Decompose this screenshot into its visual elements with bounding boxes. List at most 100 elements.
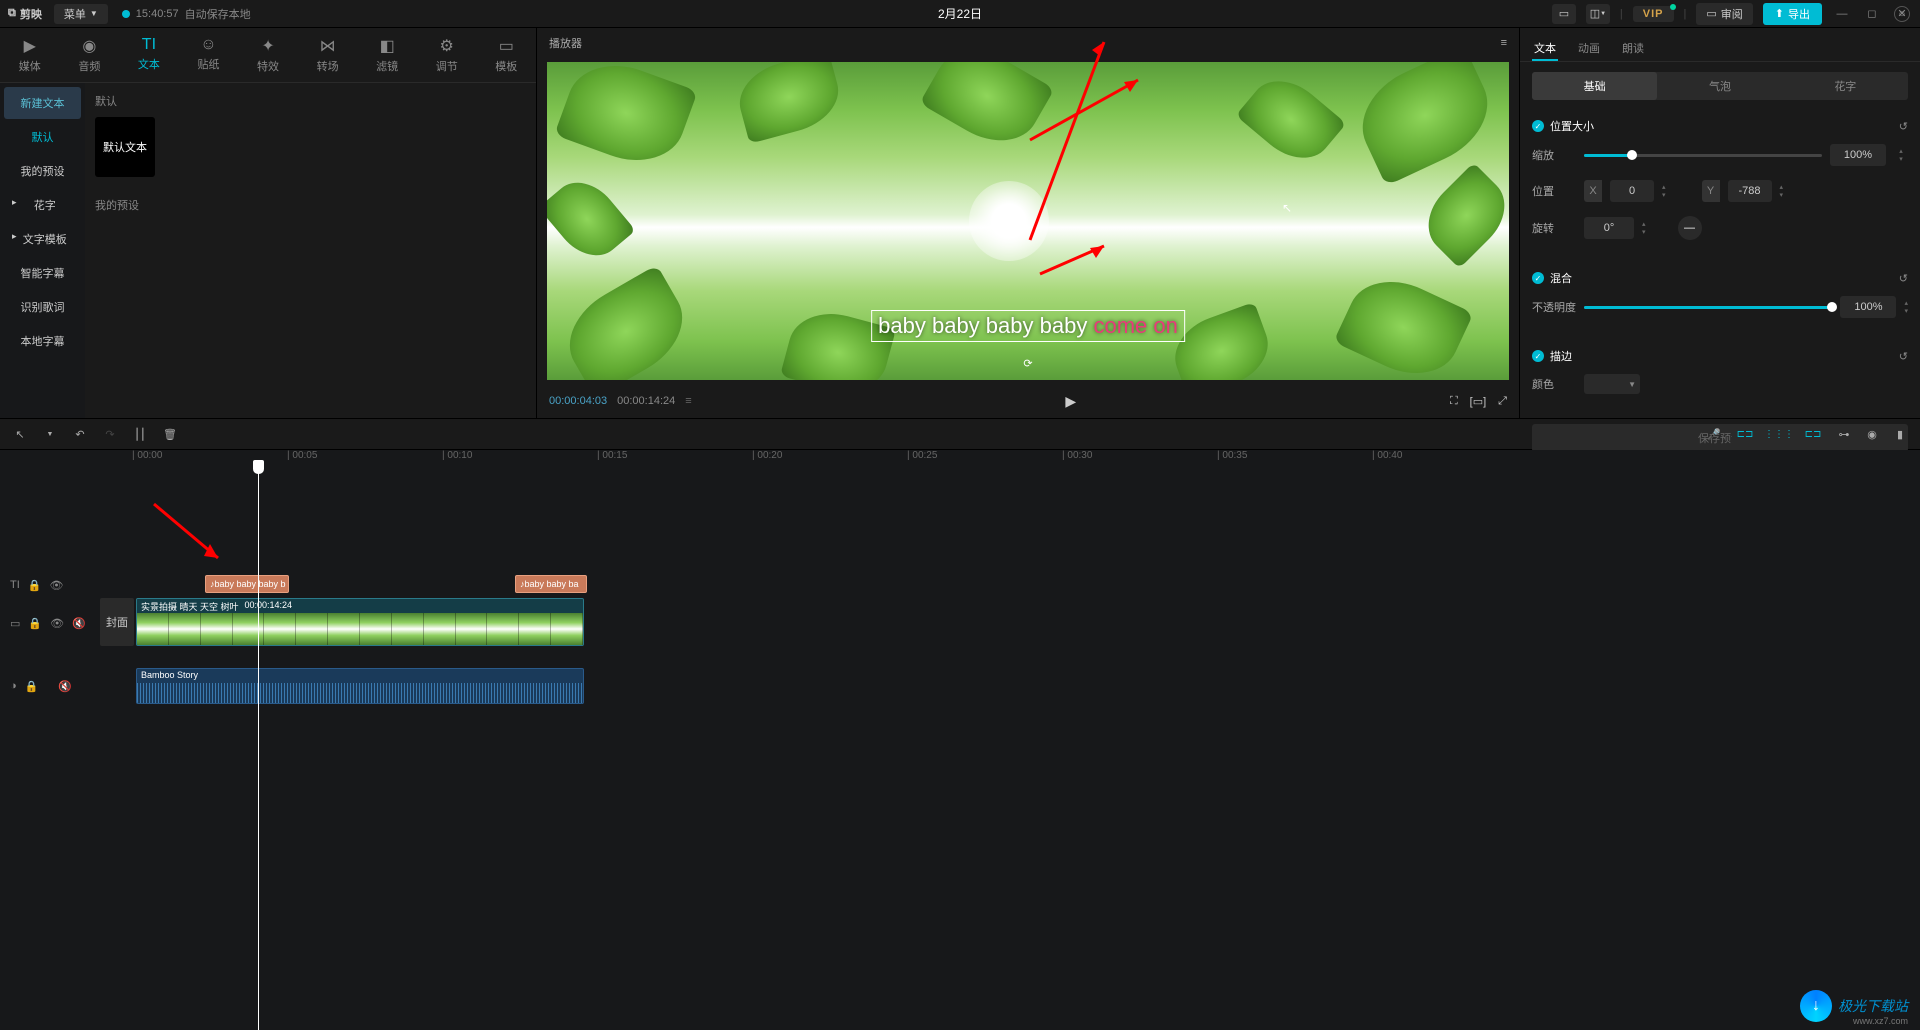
- player-viewport[interactable]: baby baby baby baby come on ⟳: [547, 62, 1509, 380]
- position-label: 位置: [1532, 183, 1576, 199]
- default-text-preset[interactable]: 默认文本: [95, 117, 155, 177]
- mute-icon[interactable]: 🔇: [72, 617, 86, 630]
- audio-track: ◑ 🔒 · 🔇 Bamboo Story: [0, 666, 1920, 706]
- rotate-handle-icon[interactable]: ⟳: [1023, 357, 1032, 370]
- tab-read[interactable]: 朗读: [1620, 36, 1646, 61]
- minimize-button[interactable]: —: [1832, 8, 1852, 20]
- layout-icon-2[interactable]: ◫▼: [1586, 4, 1610, 24]
- y-stepper[interactable]: ▴▾: [1780, 183, 1784, 199]
- asset-tab-音频[interactable]: ◉音频: [60, 32, 120, 78]
- sidebar-item-smart[interactable]: 智能字幕: [4, 257, 81, 289]
- preview-toggle-icon[interactable]: ◉: [1862, 428, 1882, 441]
- reset-icon[interactable]: ↺: [1899, 272, 1908, 285]
- vip-badge[interactable]: VIP: [1633, 6, 1674, 22]
- autosave-status: 15:40:57 自动保存本地: [122, 6, 251, 22]
- waveform: [137, 683, 583, 704]
- mic-icon[interactable]: 🎤: [1704, 428, 1724, 441]
- subtab-fancy[interactable]: 花字: [1783, 72, 1908, 100]
- reset-icon[interactable]: ↺: [1899, 120, 1908, 133]
- asset-tab-特效[interactable]: ✦特效: [238, 32, 298, 78]
- reset-icon[interactable]: ↺: [1899, 350, 1908, 363]
- sidebar-item-local[interactable]: 本地字幕: [4, 325, 81, 357]
- x-input[interactable]: 0: [1610, 180, 1654, 202]
- review-button[interactable]: ▭ 审阅: [1696, 3, 1752, 25]
- cover-button[interactable]: 封面: [100, 598, 134, 646]
- tab-icon: TI: [142, 36, 156, 54]
- sidebar-item-default[interactable]: 默认: [4, 121, 81, 153]
- asset-tab-模板[interactable]: ▭模板: [477, 32, 537, 78]
- rotate-stepper[interactable]: ▴▾: [1642, 220, 1646, 236]
- audio-track-icon: ◑: [10, 680, 17, 692]
- y-input[interactable]: -788: [1728, 180, 1772, 202]
- zoom-fit-button[interactable]: ○: [1894, 6, 1910, 22]
- magnet-right-icon[interactable]: ⊏⊐: [1800, 424, 1826, 444]
- text-clip-2[interactable]: ♪ baby baby ba: [515, 575, 587, 593]
- asset-tab-调节[interactable]: ⚙调节: [417, 32, 477, 78]
- asset-tab-贴纸[interactable]: ☺贴纸: [179, 32, 239, 78]
- playhead[interactable]: [258, 468, 259, 1030]
- text-clip-1[interactable]: ♪ baby baby baby b: [205, 575, 289, 593]
- link-icon[interactable]: ⊶: [1834, 428, 1854, 441]
- tab-animation[interactable]: 动画: [1576, 36, 1602, 61]
- rotate-dial[interactable]: —: [1678, 216, 1702, 240]
- asset-tab-转场[interactable]: ⋈转场: [298, 32, 358, 78]
- mouse-cursor: ↖: [1282, 201, 1292, 215]
- subtab-basic[interactable]: 基础: [1532, 72, 1657, 100]
- check-icon[interactable]: ✓: [1532, 350, 1544, 362]
- sidebar-item-mypreset[interactable]: 我的预设: [4, 155, 81, 187]
- time-ruler[interactable]: | 00:00| 00:05| 00:10| 00:15| 00:20| 00:…: [100, 450, 1920, 472]
- color-dropdown[interactable]: ▼: [1584, 374, 1640, 394]
- leaf-decor: [554, 62, 698, 176]
- asset-tab-滤镜[interactable]: ◧滤镜: [357, 32, 417, 78]
- fullscreen-icon[interactable]: ⤢: [1498, 395, 1507, 408]
- opacity-input[interactable]: 100%: [1840, 296, 1896, 318]
- eye-icon[interactable]: 👁: [50, 617, 64, 630]
- player-menu-icon[interactable]: ≡: [1501, 37, 1507, 49]
- menu-button[interactable]: 菜单 ▼: [54, 4, 108, 24]
- eye-icon[interactable]: 👁: [49, 579, 63, 592]
- sidebar-item-fancy[interactable]: ▸花字: [4, 189, 81, 221]
- ratio-icon[interactable]: [▭]: [1470, 395, 1487, 408]
- lock-icon[interactable]: 🔒: [28, 579, 42, 592]
- split-tool[interactable]: ⎮⎮: [130, 428, 150, 441]
- subtitle-overlay[interactable]: baby baby baby baby come on: [871, 310, 1185, 342]
- sidebar-item-lyrics[interactable]: 识别歌词: [4, 291, 81, 323]
- opacity-stepper[interactable]: ▴▾: [1904, 299, 1908, 315]
- check-icon[interactable]: ✓: [1532, 272, 1544, 284]
- tab-text[interactable]: 文本: [1532, 36, 1558, 61]
- asset-tab-媒体[interactable]: ▶媒体: [0, 32, 60, 78]
- subtab-bubble[interactable]: 气泡: [1657, 72, 1782, 100]
- mute-icon[interactable]: 🔇: [58, 680, 72, 693]
- layout-icon-1[interactable]: ▭: [1552, 4, 1576, 24]
- play-button[interactable]: ▶: [1065, 393, 1076, 410]
- x-stepper[interactable]: ▴▾: [1662, 183, 1666, 199]
- tab-icon: ✦: [261, 36, 274, 56]
- opacity-slider[interactable]: [1584, 306, 1832, 309]
- asset-tab-文本[interactable]: TI文本: [119, 32, 179, 78]
- sidebar-item-template[interactable]: ▸文字模板: [4, 223, 81, 255]
- undo-button[interactable]: ↶: [70, 428, 90, 441]
- list-icon[interactable]: ≡: [685, 395, 691, 407]
- magnet-left-icon[interactable]: ⊏⊐: [1732, 424, 1758, 444]
- scale-input[interactable]: 100%: [1830, 144, 1886, 166]
- delete-tool[interactable]: 🗑: [160, 428, 180, 441]
- rotate-input[interactable]: 0°: [1584, 217, 1634, 239]
- redo-button[interactable]: ↷: [100, 428, 120, 441]
- new-text-button[interactable]: 新建文本: [4, 87, 81, 119]
- export-button[interactable]: ⬆ 导出: [1763, 3, 1822, 25]
- maximize-button[interactable]: ◻: [1862, 7, 1882, 20]
- align-icon[interactable]: ⋮⋮⋮: [1766, 424, 1792, 444]
- menu-label: 菜单: [64, 6, 86, 22]
- scale-icon[interactable]: ⛶: [1450, 395, 1458, 408]
- lock-icon[interactable]: 🔒: [28, 617, 42, 630]
- scale-stepper[interactable]: ▴▾: [1894, 144, 1908, 166]
- audio-clip[interactable]: Bamboo Story: [136, 668, 584, 704]
- ruler-tick: | 00:30: [1062, 450, 1092, 461]
- pointer-tool[interactable]: ↖: [10, 428, 30, 441]
- check-icon[interactable]: ✓: [1532, 120, 1544, 132]
- pointer-dropdown[interactable]: ▼: [40, 431, 60, 438]
- marker-icon[interactable]: ▮: [1890, 428, 1910, 441]
- video-clip[interactable]: 实景拍摄 晴天 天空 树叶 00:00:14:24: [136, 598, 584, 646]
- lock-icon[interactable]: 🔒: [25, 680, 39, 693]
- scale-slider[interactable]: [1584, 154, 1822, 157]
